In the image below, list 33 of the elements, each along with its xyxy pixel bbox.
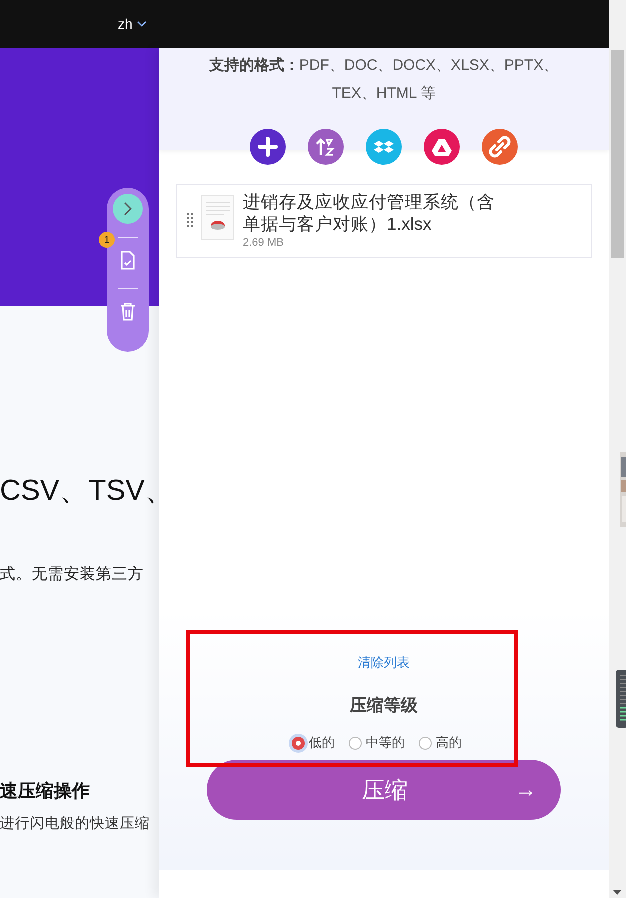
radio-label: 高的 <box>436 734 462 752</box>
file-thumbnail-icon <box>201 195 235 241</box>
scrollbar-thumb[interactable] <box>611 50 624 258</box>
dropbox-button[interactable] <box>366 129 402 165</box>
radio-label: 低的 <box>309 734 335 752</box>
drag-handle-icon[interactable] <box>187 213 193 227</box>
file-check-icon[interactable] <box>120 251 136 271</box>
feature-text: 进行闪电般的快速压缩 <box>0 815 151 833</box>
link-button[interactable] <box>482 129 518 165</box>
compression-level-title: 压缩等级 <box>350 695 418 717</box>
supported-formats-text: 支持的格式：PDF、DOC、DOCX、XLSX、PPTX、TEX、HTML 等 <box>208 56 560 104</box>
feature-title: 速压缩操作 <box>0 781 91 801</box>
chevron-right-icon <box>123 202 133 216</box>
file-name: 进销存及应收应付管理系统（含单据与客户对账）1.xlsx <box>243 191 496 235</box>
headline: CSV、TSV、 <box>0 474 159 508</box>
trash-icon[interactable] <box>120 302 136 321</box>
file-size: 2.69 MB <box>243 237 285 249</box>
add-button[interactable] <box>250 129 286 165</box>
sort-button[interactable] <box>308 129 344 165</box>
level-meter-drawing <box>616 670 626 728</box>
expand-button[interactable] <box>113 194 143 224</box>
clear-list-link[interactable]: 清除列表 <box>358 654 410 672</box>
scroll-down-icon[interactable] <box>613 890 622 895</box>
language-selector[interactable]: zh <box>118 16 147 32</box>
drive-button[interactable] <box>424 129 460 165</box>
caret-icon <box>136 21 147 27</box>
compress-button[interactable]: 压缩 → <box>207 760 561 820</box>
radio-label: 中等的 <box>366 734 405 752</box>
radio-button[interactable] <box>419 736 432 750</box>
radio-button[interactable] <box>349 736 362 750</box>
radio-button[interactable] <box>292 736 305 750</box>
count-badge: 1 <box>99 232 115 248</box>
description-text: 式。无需安装第三方 <box>0 566 145 584</box>
